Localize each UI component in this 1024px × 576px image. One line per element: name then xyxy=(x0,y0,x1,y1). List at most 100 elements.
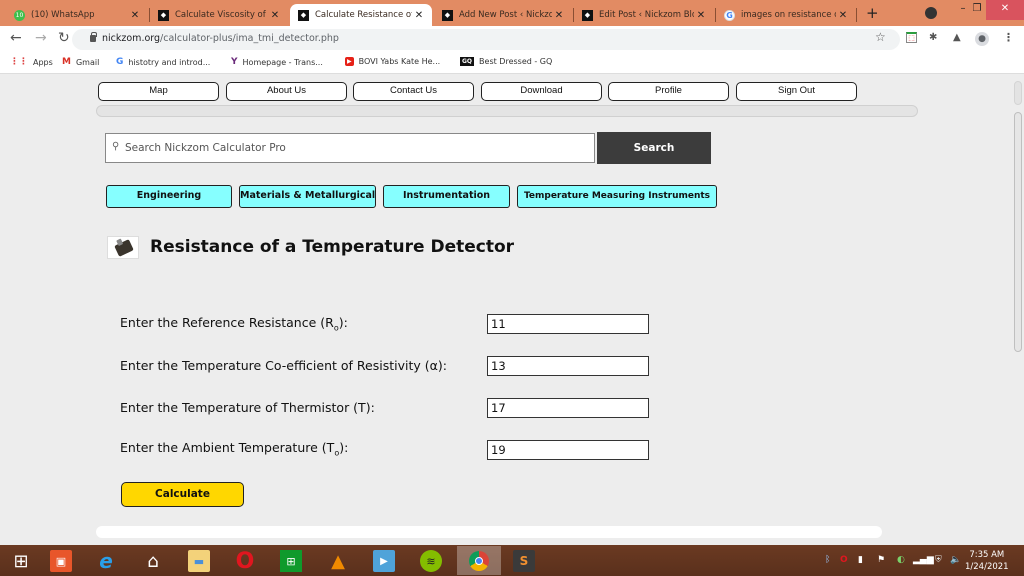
tab-title: images on resistance c xyxy=(741,10,836,20)
security-shield-icon[interactable]: ⛨ xyxy=(935,555,942,565)
windows-start-icon[interactable]: ⊞ xyxy=(10,550,32,572)
volume-icon[interactable]: 🔈 xyxy=(950,555,961,565)
store-icon[interactable]: ⊞ xyxy=(280,550,302,572)
media-player-icon[interactable]: ▶ xyxy=(373,550,395,572)
bookmark-gmail[interactable]: M Gmail xyxy=(62,57,99,67)
nav-about-button[interactable]: About Us xyxy=(226,82,347,101)
system-clock[interactable]: 7:35 AM 1/24/2021 xyxy=(965,549,1009,573)
tab-strip: 10 (10) WhatsApp ✕ ◆ Calculate Viscosity… xyxy=(0,0,1024,26)
bookmark-label: BOVI Yabs Kate He... xyxy=(358,57,441,66)
window-close-button[interactable]: ✕ xyxy=(986,0,1024,20)
nav-map-button[interactable]: Map xyxy=(98,82,219,101)
thermistor-temp-input[interactable]: 17 xyxy=(487,398,649,418)
photos-icon[interactable]: ▣ xyxy=(50,550,72,572)
field-label-temp-coefficient: Enter the Temperature Co-efficient of Re… xyxy=(120,358,447,373)
tab-title: (10) WhatsApp xyxy=(31,10,95,20)
tab-google-images[interactable]: G images on resistance c ✕ xyxy=(716,4,856,26)
bookmark-bovi[interactable]: ▶ BOVI Yabs Kate He... xyxy=(345,57,440,66)
nickzom-icon: ◆ xyxy=(442,9,453,21)
reload-icon[interactable]: ↻ xyxy=(58,30,70,46)
close-icon[interactable]: ✕ xyxy=(552,10,566,21)
ambient-temp-input[interactable]: 19 xyxy=(487,440,649,460)
close-icon[interactable]: ✕ xyxy=(128,10,142,21)
tab-edit-post[interactable]: ◆ Edit Post ‹ Nickzom Blo ✕ xyxy=(574,4,714,26)
whatsapp-icon: 10 xyxy=(14,9,25,21)
reference-resistance-input[interactable]: 11 xyxy=(487,314,649,334)
nickzom-icon: ◆ xyxy=(582,9,593,21)
close-icon[interactable]: ✕ xyxy=(268,10,282,21)
close-icon[interactable]: ✕ xyxy=(694,10,708,21)
opera-tray-icon[interactable]: O xyxy=(840,555,848,565)
home-icon[interactable]: ⌂ xyxy=(142,550,164,572)
bookmark-apps[interactable]: ⋮⋮ Apps xyxy=(10,57,53,67)
forward-arrow-icon[interactable]: → xyxy=(35,30,47,46)
category-instrumentation[interactable]: Instrumentation xyxy=(383,185,510,208)
scroll-up-area[interactable] xyxy=(1014,81,1022,105)
bluetooth-icon[interactable]: ᛒ xyxy=(825,555,830,565)
tab-title: Calculate Viscosity of N xyxy=(175,10,268,20)
field-label-reference-resistance: Enter the Reference Resistance (Ro): xyxy=(120,315,348,333)
category-engineering[interactable]: Engineering xyxy=(106,185,232,208)
page-scrollbar[interactable] xyxy=(1012,75,1024,545)
search-placeholder: Search Nickzom Calculator Pro xyxy=(125,142,286,154)
scroll-thumb[interactable] xyxy=(1014,112,1022,352)
nav-contact-button[interactable]: Contact Us xyxy=(353,82,474,101)
vlc-icon[interactable]: ▲ xyxy=(327,550,349,572)
tab-resistance[interactable]: ◆ Calculate Resistance of ✕ xyxy=(290,4,432,26)
extensions-puzzle-icon[interactable]: ✱ xyxy=(929,32,937,43)
tab-search-icon[interactable] xyxy=(925,7,937,19)
close-icon[interactable]: ✕ xyxy=(412,10,426,21)
nav-download-button[interactable]: Download xyxy=(481,82,602,101)
bookmark-label: Apps xyxy=(33,57,53,67)
tab-separator xyxy=(856,8,857,22)
file-explorer-icon[interactable]: ▬ xyxy=(188,550,210,572)
bookmark-label: Homepage - Trans... xyxy=(242,57,323,67)
nickzom-icon: ◆ xyxy=(158,9,169,21)
spotify-icon[interactable]: ≋ xyxy=(420,550,442,572)
search-button[interactable]: Search xyxy=(597,132,711,164)
bookmark-gq[interactable]: GQ Best Dressed - GQ xyxy=(460,57,552,66)
new-tab-button[interactable]: + xyxy=(866,4,879,22)
divider-bar xyxy=(96,105,918,117)
menu-kebab-icon[interactable]: ⋮ xyxy=(1003,31,1014,44)
clock-date: 1/24/2021 xyxy=(965,562,1009,572)
temperature-detector-icon xyxy=(107,236,139,259)
search-input[interactable]: ⚲ Search Nickzom Calculator Pro xyxy=(105,133,595,163)
bookmark-history[interactable]: G histotry and introd... xyxy=(116,57,210,67)
page-title: Resistance of a Temperature Detector xyxy=(150,237,515,257)
category-temperature-instruments[interactable]: Temperature Measuring Instruments xyxy=(517,185,717,208)
action-center-flag-icon[interactable]: ⚑ xyxy=(877,555,885,565)
tab-whatsapp[interactable]: 10 (10) WhatsApp ✕ xyxy=(6,4,148,26)
battery-icon[interactable]: ▮ xyxy=(858,555,863,565)
category-materials[interactable]: Materials & Metallurgical xyxy=(239,185,376,208)
close-icon[interactable]: ✕ xyxy=(836,10,850,21)
back-arrow-icon[interactable]: ← xyxy=(10,30,22,46)
gmail-icon: M xyxy=(62,57,71,67)
youtube-icon: ▶ xyxy=(345,57,354,66)
nav-profile-button[interactable]: Profile xyxy=(608,82,729,101)
sublime-text-icon[interactable]: S xyxy=(513,550,535,572)
chrome-icon[interactable] xyxy=(457,546,501,575)
field-label-ambient-temp: Enter the Ambient Temperature (To): xyxy=(120,440,349,458)
bookmark-star-icon[interactable]: ☆ xyxy=(875,30,886,44)
download-manager-icon[interactable]: ◐ xyxy=(897,555,905,565)
bookmark-label: Best Dressed - GQ xyxy=(479,57,553,66)
google-icon: G xyxy=(116,57,124,67)
apps-grid-icon: ⋮⋮ xyxy=(10,57,28,67)
pdf-extension-icon[interactable]: ⬚ xyxy=(906,32,917,43)
tab-title: Edit Post ‹ Nickzom Blo xyxy=(599,10,694,20)
bookmark-homepage[interactable]: Y Homepage - Trans... xyxy=(231,57,323,67)
tab-viscosity[interactable]: ◆ Calculate Viscosity of N ✕ xyxy=(150,4,288,26)
bookmark-label: histotry and introd... xyxy=(128,57,211,67)
internet-explorer-icon[interactable]: e xyxy=(95,549,117,573)
nav-signout-button[interactable]: Sign Out xyxy=(736,82,857,101)
lock-icon xyxy=(90,32,97,42)
opera-icon[interactable]: O xyxy=(234,549,256,574)
labs-flask-icon[interactable]: ▲ xyxy=(953,32,961,43)
temp-coefficient-input[interactable]: 13 xyxy=(487,356,649,376)
address-bar[interactable]: nickzom.org/calculator-plus/ima_tmi_dete… xyxy=(72,29,900,50)
calculate-button[interactable]: Calculate xyxy=(121,482,244,507)
tab-add-post[interactable]: ◆ Add New Post ‹ Nickzo ✕ xyxy=(434,4,572,26)
network-signal-icon[interactable]: ▂▄▆ xyxy=(913,555,934,565)
profile-avatar-icon[interactable]: ● xyxy=(975,32,989,46)
